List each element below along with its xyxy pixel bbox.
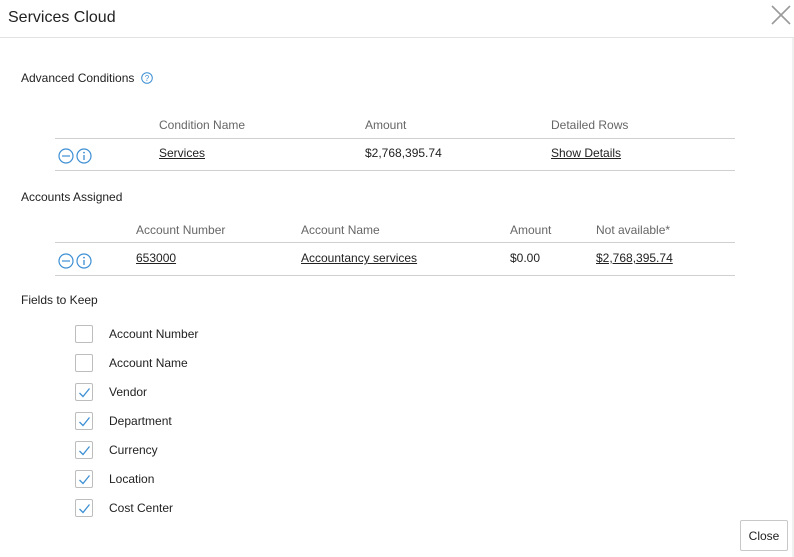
field-option: Vendor	[75, 382, 147, 402]
field-option-label: Vendor	[109, 385, 148, 399]
field-checkbox[interactable]	[75, 470, 93, 488]
account-number-link[interactable]: 653000	[136, 251, 176, 265]
field-option: Currency	[75, 440, 158, 460]
remove-icon[interactable]	[58, 148, 74, 164]
field-option: Account Name	[75, 353, 188, 373]
field-checkbox[interactable]	[75, 383, 93, 401]
remove-icon[interactable]	[58, 253, 74, 269]
close-button[interactable]: Close	[740, 520, 788, 551]
detailed-rows-header: Detailed Rows	[551, 118, 629, 132]
condition-name-header: Condition Name	[159, 118, 246, 132]
not-available-link[interactable]: $2,768,395.74	[596, 251, 673, 265]
amount-header: Amount	[365, 118, 407, 132]
table-divider	[55, 275, 735, 276]
info-icon[interactable]	[76, 148, 92, 164]
svg-text:?: ?	[145, 74, 150, 83]
advanced-conditions-text: Advanced Conditions	[21, 71, 135, 85]
field-checkbox[interactable]	[75, 441, 93, 459]
field-checkbox[interactable]	[75, 499, 93, 517]
field-option: Location	[75, 469, 154, 489]
field-option-label: Department	[109, 414, 172, 428]
account-number-header: Account Number	[136, 223, 226, 237]
field-option-label: Account Name	[109, 356, 188, 370]
account-row-actions	[58, 253, 92, 269]
checkmark-icon	[78, 474, 90, 484]
help-icon[interactable]: ?	[140, 72, 153, 84]
checkmark-icon	[78, 387, 90, 397]
condition-amount: $2,768,395.74	[365, 146, 442, 160]
close-icon[interactable]	[770, 4, 792, 26]
account-name-link[interactable]: Accountancy services	[301, 251, 417, 265]
info-icon[interactable]	[76, 253, 92, 269]
field-checkbox[interactable]	[75, 412, 93, 430]
account-amount-header: Amount	[510, 223, 552, 237]
checkmark-icon	[78, 416, 90, 426]
dialog-title: Services Cloud	[8, 9, 116, 26]
field-option-label: Location	[109, 472, 155, 486]
accounts-assigned-label: Accounts Assigned	[21, 190, 123, 204]
account-name-header: Account Name	[301, 223, 380, 237]
checkmark-icon	[78, 503, 90, 513]
condition-row-actions	[58, 148, 92, 164]
condition-name-link[interactable]: Services	[159, 146, 205, 160]
field-checkbox[interactable]	[75, 325, 93, 343]
dialog-header: Services Cloud	[0, 0, 794, 38]
table-divider	[55, 138, 735, 139]
field-checkbox[interactable]	[75, 354, 93, 372]
field-option-label: Account Number	[109, 327, 199, 341]
account-amount: $0.00	[510, 251, 541, 265]
table-divider	[55, 242, 735, 243]
field-option: Department	[75, 411, 172, 431]
fields-to-keep-label: Fields to Keep	[21, 293, 98, 307]
checkmark-icon	[78, 445, 90, 455]
field-option-label: Currency	[109, 443, 158, 457]
table-divider	[55, 170, 735, 171]
not-available-header: Not available*	[596, 223, 671, 237]
field-option: Cost Center	[75, 498, 173, 518]
field-option-label: Cost Center	[109, 501, 174, 515]
advanced-conditions-label: Advanced Conditions ?	[21, 71, 153, 85]
field-option: Account Number	[75, 324, 198, 344]
show-details-link[interactable]: Show Details	[551, 146, 621, 160]
